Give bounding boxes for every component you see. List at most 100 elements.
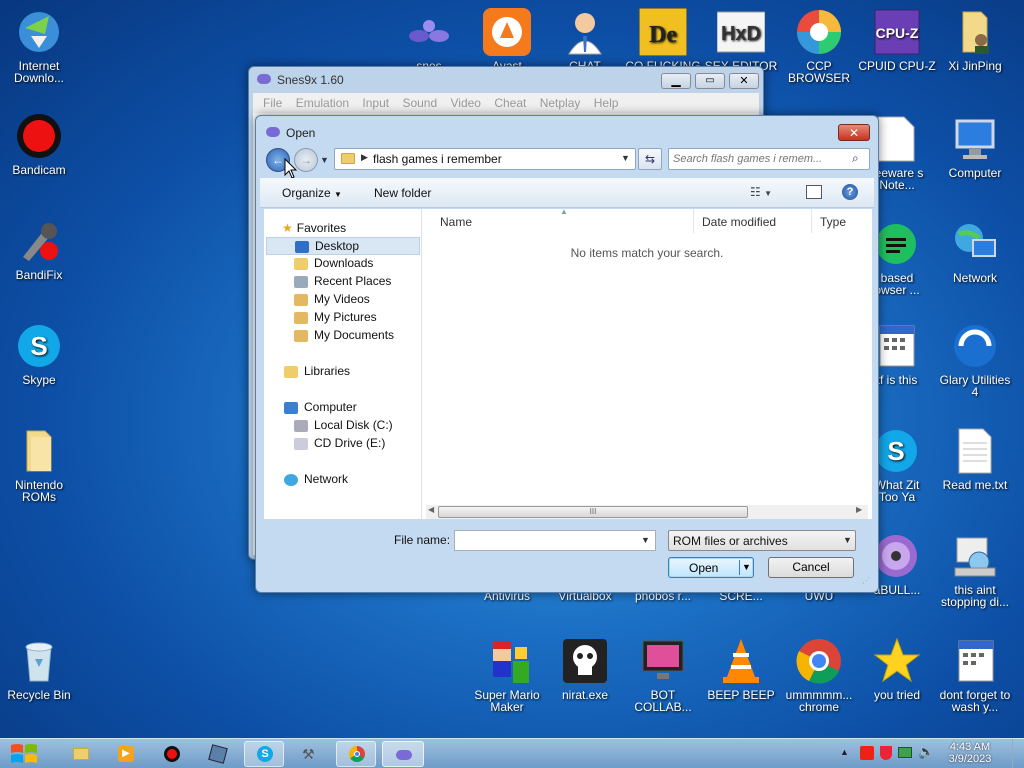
chevron-down-icon[interactable]: ▼ (621, 153, 630, 163)
menu-help[interactable]: Help (594, 96, 619, 110)
network-tray-icon[interactable] (898, 747, 912, 758)
desktop-icon-bandifix[interactable]: BandiFix (0, 217, 78, 281)
cpuz-icon: CPU-Z (873, 8, 921, 56)
desktop-icon-this-aint-stopping[interactable]: this aint stopping di... (936, 532, 1014, 608)
scroll-left-icon[interactable]: ◀ (428, 505, 434, 514)
desktop-icon-co[interactable]: De CO FUCKING (624, 7, 702, 72)
breadcrumb[interactable]: flash games i remember (373, 152, 502, 166)
desktop-icon-chat[interactable]: CHAT (546, 8, 624, 72)
help-icon[interactable]: ? (842, 184, 858, 200)
refresh-button[interactable]: ⇆ (638, 148, 662, 170)
shield-icon[interactable] (880, 746, 892, 760)
resize-grip-icon[interactable]: ⋰ (862, 576, 870, 585)
flag-icon[interactable] (860, 746, 874, 760)
clock[interactable]: 4:43 AM 3/9/2023 (936, 741, 1004, 765)
show-hidden-icons-icon[interactable]: ▲ (840, 747, 849, 757)
file-list[interactable]: Name ▲ Date modified Type No items match… (422, 207, 872, 519)
new-folder-button[interactable]: New folder (374, 186, 431, 200)
desktop-icon-avast[interactable]: Avast (468, 8, 546, 72)
taskbar-explorer[interactable] (60, 741, 100, 767)
chevron-down-icon[interactable]: ▼ (641, 535, 650, 545)
nav-downloads[interactable]: Downloads (294, 256, 373, 274)
minimize-button[interactable]: ▁ (661, 73, 691, 89)
maximize-button[interactable]: ▭ (695, 73, 725, 89)
taskbar-snes9x[interactable] (382, 741, 424, 767)
monitor-icon (639, 637, 687, 685)
taskbar-bandifix[interactable]: ⚒ (290, 741, 330, 767)
media-player-icon: ▶ (118, 746, 134, 762)
history-dropdown[interactable]: ▼ (320, 155, 329, 165)
nav-cd-drive[interactable]: CD Drive (E:) (294, 436, 385, 454)
desktop-icon-cpuz[interactable]: CPU-Z CPUID CPU-Z (858, 8, 936, 72)
column-header-date[interactable]: Date modified (694, 209, 812, 233)
dialog-title-bar[interactable]: Open ✕ (256, 116, 878, 148)
desktop-icon-skype[interactable]: S Skype (0, 322, 78, 386)
taskbar-media-player[interactable]: ▶ (106, 741, 146, 767)
desktop-icon-dont-forget[interactable]: dont forget to wash y... (936, 637, 1014, 713)
column-header-name[interactable]: Name ▲ (422, 207, 694, 233)
menu-emulation[interactable]: Emulation (296, 96, 349, 110)
open-dialog[interactable]: Open ✕ ← → ▼ ▶ flash games i remember ▼ … (255, 115, 879, 593)
nav-my-pictures[interactable]: My Pictures (294, 310, 377, 328)
desktop-icon-bandicam[interactable]: Bandicam (0, 112, 78, 176)
desktop-icon-super-mario-maker[interactable]: Super Mario Maker (468, 637, 546, 713)
desktop-icon-nirat[interactable]: nirat.exe (546, 637, 624, 701)
desktop-icon-sex-editor[interactable]: HxD SEX EDITOR (702, 8, 780, 72)
view-options-icon[interactable]: ☷ ▼ (750, 185, 772, 199)
address-bar[interactable]: ▶ flash games i remember ▼ (334, 148, 636, 170)
desktop-icon-beep-beep[interactable]: BEEP BEEP (702, 637, 780, 701)
start-button[interactable] (6, 739, 46, 768)
menu-input[interactable]: Input (362, 96, 389, 110)
taskbar-virtualbox[interactable] (198, 741, 238, 767)
menu-netplay[interactable]: Netplay (540, 96, 581, 110)
desktop-icon-you-tried[interactable]: you tried (858, 637, 936, 701)
menu-file[interactable]: File (263, 96, 282, 110)
desktop-icon-glary[interactable]: Glary Utilities 4 (936, 322, 1014, 398)
desktop-icon-ccp-browser[interactable]: CCP BROWSER (780, 8, 858, 84)
close-button[interactable]: ✕ (838, 124, 870, 141)
taskbar-chrome[interactable] (336, 741, 376, 767)
column-header-type[interactable]: Type (812, 209, 872, 233)
nav-desktop[interactable]: Desktop (266, 237, 420, 255)
search-icon[interactable]: ⌕ (852, 151, 859, 166)
menu-sound[interactable]: Sound (402, 96, 437, 110)
nav-computer[interactable]: Computer (284, 400, 357, 418)
taskbar-skype[interactable]: S (244, 741, 284, 767)
scroll-thumb[interactable]: III (438, 506, 748, 518)
svg-text:S: S (30, 331, 47, 361)
file-name-field[interactable]: ▼ (454, 530, 656, 551)
volume-icon[interactable]: 🔈 (918, 744, 934, 760)
scroll-right-icon[interactable]: ▶ (856, 505, 862, 514)
search-input[interactable] (673, 151, 845, 167)
snes9x-title-bar[interactable]: Snes9x 1.60 ▁ ▭ ✕ (249, 67, 763, 93)
file-type-select[interactable]: ROM files or archives ▼ (668, 530, 856, 551)
desktop-icon-idm[interactable]: Internet Downlo... (0, 8, 78, 84)
nav-my-videos[interactable]: My Videos (294, 292, 370, 310)
menu-cheat[interactable]: Cheat (494, 96, 526, 110)
nav-network[interactable]: Network (284, 472, 348, 490)
desktop-icon-computer[interactable]: Computer (936, 115, 1014, 179)
nav-libraries[interactable]: Libraries (284, 364, 350, 382)
search-box[interactable]: ⌕ (668, 148, 870, 170)
open-button[interactable]: Open ▼ (668, 557, 754, 578)
desktop-icon-xi-jinping[interactable]: Xi JinPing (936, 8, 1014, 72)
menu-video[interactable]: Video (451, 96, 481, 110)
nav-my-documents[interactable]: My Documents (294, 328, 394, 346)
desktop-icon-recycle-bin[interactable]: Recycle Bin (0, 637, 78, 701)
preview-pane-icon[interactable] (806, 185, 822, 199)
horizontal-scrollbar[interactable]: ◀ III ▶ (426, 505, 868, 519)
nav-local-disk[interactable]: Local Disk (C:) (294, 418, 393, 436)
taskbar-bandicam[interactable] (152, 741, 192, 767)
chevron-down-icon[interactable]: ▼ (742, 562, 751, 572)
organize-button[interactable]: Organize ▼ (282, 186, 342, 200)
show-desktop-button[interactable] (1012, 739, 1024, 768)
desktop-icon-network[interactable]: Network (936, 220, 1014, 284)
desktop-icon-nintendo-roms[interactable]: Nintendo ROMs (0, 427, 78, 503)
desktop-icon-chrome[interactable]: ummmmm... chrome (780, 637, 858, 713)
cancel-button[interactable]: Cancel (768, 557, 854, 578)
nav-recent-places[interactable]: Recent Places (294, 274, 391, 292)
desktop-icon-bot-collab[interactable]: BOT COLLAB... (624, 637, 702, 713)
desktop-icon-read-me[interactable]: Read me.txt (936, 427, 1014, 491)
desktop-icon-snes[interactable]: snes (390, 8, 468, 72)
close-button[interactable]: ✕ (729, 73, 759, 89)
